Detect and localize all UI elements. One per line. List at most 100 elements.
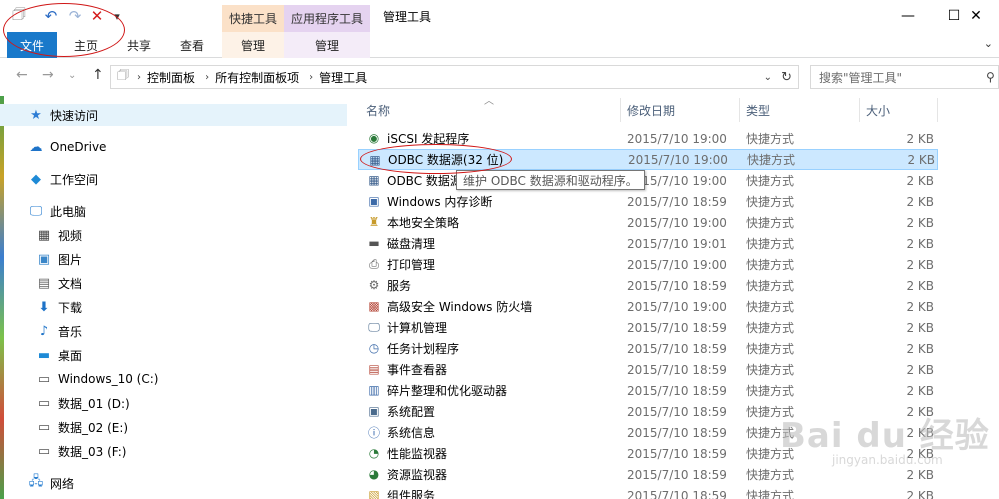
search-input[interactable]: 搜索"管理工具" [810, 65, 999, 89]
address-dropdown-icon[interactable]: ⌄ [764, 72, 772, 83]
file-date: 2015/7/10 18:59 [627, 362, 727, 377]
nav-videos[interactable]: ▦ 视频 [36, 224, 82, 246]
file-name: 资源监视器 [387, 468, 448, 482]
file-row[interactable]: 🖵 计算机管理 2015/7/10 18:59 快捷方式 2 KB [358, 317, 938, 338]
file-row[interactable]: ◷ 任务计划程序 2015/7/10 18:59 快捷方式 2 KB [358, 338, 938, 359]
nav-downloads[interactable]: ⬇ 下载 [36, 296, 82, 318]
file-size: 2 KB [906, 236, 934, 251]
video-icon: ▦ [37, 227, 51, 243]
ribbon-expand-icon[interactable]: ⌄ [984, 37, 993, 50]
context-tab-shortcut-tools: 快捷工具 [222, 5, 284, 32]
minimize-button[interactable]: — [885, 0, 931, 32]
file-row[interactable]: ♜ 本地安全策略 2015/7/10 19:00 快捷方式 2 KB [358, 212, 938, 233]
file-row[interactable]: ▣ Windows 内存诊断 2015/7/10 18:59 快捷方式 2 KB [358, 191, 938, 212]
file-date: 2015/7/10 18:59 [627, 488, 727, 499]
nav-quick-access[interactable]: ★ 快速访问 [0, 104, 347, 126]
file-type: 快捷方式 [746, 384, 795, 398]
file-row[interactable]: ◕ 资源监视器 2015/7/10 18:59 快捷方式 2 KB [358, 464, 938, 485]
nav-label: 此电脑 [50, 204, 87, 219]
back-icon[interactable]: ← [16, 67, 28, 83]
nav-this-pc[interactable]: 🖵 此电脑 [28, 200, 86, 222]
file-size: 2 KB [907, 152, 935, 167]
file-row[interactable]: ▧ 组件服务 2015/7/10 18:59 快捷方式 2 KB [358, 485, 938, 499]
nav-drive-f[interactable]: ▭ 数据_03 (F:) [36, 440, 127, 462]
file-row[interactable]: ▤ 事件查看器 2015/7/10 18:59 快捷方式 2 KB [358, 359, 938, 380]
column-divider[interactable] [937, 98, 938, 122]
file-type: 快捷方式 [746, 342, 795, 356]
file-name: 计算机管理 [387, 321, 448, 335]
column-name[interactable]: 名称 [366, 98, 390, 122]
file-row[interactable]: ▬ 磁盘清理 2015/7/10 19:01 快捷方式 2 KB [358, 233, 938, 254]
context-tab-app-tools: 应用程序工具 [284, 5, 370, 32]
nav-label: 数据_03 (F:) [58, 444, 127, 459]
resource-monitor-icon: ◕ [368, 467, 380, 481]
nav-drive-d[interactable]: ▭ 数据_01 (D:) [36, 392, 130, 414]
breadcrumb-admin-tools[interactable]: 管理工具 [319, 69, 367, 86]
drive-icon: ▭ [37, 443, 51, 459]
file-date: 2015/7/10 18:59 [627, 278, 727, 293]
file-size: 2 KB [906, 215, 934, 230]
computer-icon: 🖵 [29, 203, 43, 219]
nav-drive-e[interactable]: ▭ 数据_02 (E:) [36, 416, 128, 438]
file-date: 2015/7/10 19:00 [627, 299, 727, 314]
file-type: 快捷方式 [746, 363, 795, 377]
file-date: 2015/7/10 19:00 [627, 215, 727, 230]
file-type: 快捷方式 [746, 468, 795, 482]
column-divider[interactable] [620, 98, 621, 122]
file-type: 快捷方式 [746, 195, 795, 209]
file-name: 系统信息 [387, 426, 436, 440]
file-row[interactable]: ⚙ 服务 2015/7/10 18:59 快捷方式 2 KB [358, 275, 938, 296]
nav-documents[interactable]: ▤ 文档 [36, 272, 82, 294]
file-row[interactable]: ⎙ 打印管理 2015/7/10 19:00 快捷方式 2 KB [358, 254, 938, 275]
file-type: 快捷方式 [746, 300, 795, 314]
nav-onedrive[interactable]: ☁ OneDrive [28, 136, 107, 158]
tab-view[interactable]: 查看 [168, 32, 216, 58]
control-panel-icon: 🗇 [117, 68, 130, 83]
nav-pictures[interactable]: ▣ 图片 [36, 248, 82, 270]
file-name: 本地安全策略 [387, 216, 460, 230]
download-icon: ⬇ [38, 299, 50, 315]
nav-music[interactable]: ♪ 音乐 [36, 320, 82, 342]
column-divider[interactable] [739, 98, 740, 122]
nav-desktop[interactable]: ▬ 桌面 [36, 344, 82, 366]
refresh-icon[interactable]: ↻ [781, 70, 792, 85]
column-divider[interactable] [859, 98, 860, 122]
breadcrumb-control-panel[interactable]: 控制面板 [147, 69, 195, 86]
file-date: 2015/7/10 18:59 [627, 194, 727, 209]
nav-label: 桌面 [58, 348, 83, 363]
tab-manage-app[interactable]: 管理 [284, 32, 370, 58]
nav-label: 网络 [50, 476, 75, 491]
file-size: 2 KB [906, 278, 934, 293]
chevron-right-icon[interactable]: › [309, 72, 313, 83]
close-button[interactable]: ✕ [953, 0, 999, 32]
chevron-right-icon[interactable]: › [205, 72, 209, 83]
file-row[interactable]: ▥ 碎片整理和优化驱动器 2015/7/10 18:59 快捷方式 2 KB [358, 380, 938, 401]
firewall-icon: ▩ [368, 299, 380, 313]
column-size[interactable]: 大小 [866, 98, 890, 122]
file-date: 2015/7/10 18:59 [627, 446, 727, 461]
breadcrumb-all-items[interactable]: 所有控制面板项 [215, 69, 299, 86]
recent-dropdown-icon[interactable]: ⌄ [68, 70, 76, 81]
disk-cleanup-icon: ▬ [368, 236, 380, 250]
tooltip: 维护 ODBC 数据源和驱动程序。 [456, 170, 645, 190]
file-type: 快捷方式 [746, 258, 795, 272]
nav-drive-c[interactable]: ▭ Windows_10 (C:) [36, 368, 159, 390]
printer-icon: ⎙ [369, 256, 379, 271]
security-policy-icon: ♜ [368, 215, 380, 229]
tab-manage-shortcut[interactable]: 管理 [222, 32, 284, 58]
nav-label: Windows_10 (C:) [58, 372, 159, 386]
address-bar[interactable]: 🗇 › 控制面板 › 所有控制面板项 › 管理工具 ⌄ ↻ [110, 65, 799, 89]
nav-workspace[interactable]: ◆ 工作空间 [28, 168, 98, 190]
nav-label: 工作空间 [50, 172, 99, 187]
chevron-right-icon[interactable]: › [137, 72, 141, 83]
file-name: 打印管理 [387, 258, 436, 272]
nav-network[interactable]: 🖧 网络 [28, 472, 74, 494]
file-row[interactable]: ▩ 高级安全 Windows 防火墙 2015/7/10 19:00 快捷方式 … [358, 296, 938, 317]
column-type[interactable]: 类型 [746, 98, 770, 122]
file-size: 2 KB [906, 320, 934, 335]
up-icon[interactable]: ↑ [92, 67, 104, 83]
file-name: Windows 内存诊断 [387, 195, 493, 209]
ribbon-tabs: 文件 主页 共享 查看 管理 管理 ⌄ [0, 32, 999, 58]
forward-icon[interactable]: → [42, 67, 54, 83]
column-date[interactable]: 修改日期 [627, 98, 675, 122]
